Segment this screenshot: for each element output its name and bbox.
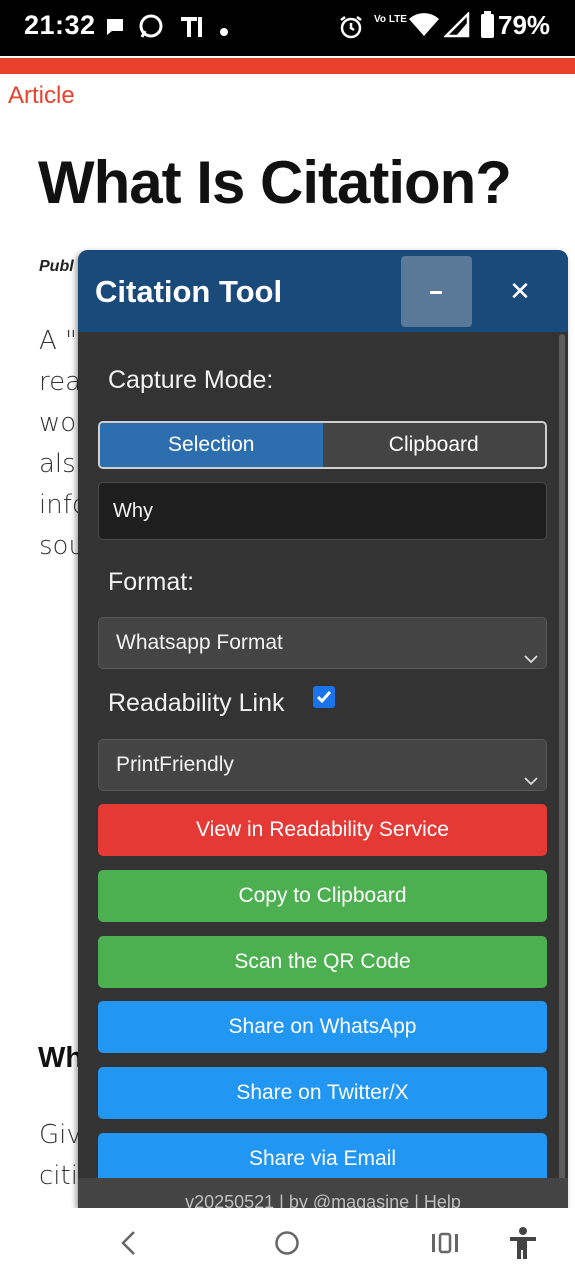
mode-selection-button[interactable]: Selection xyxy=(100,423,323,467)
service-selected-value: PrintFriendly xyxy=(116,753,234,776)
share-whatsapp-button[interactable]: Share on WhatsApp xyxy=(98,1001,547,1053)
t-app-icon xyxy=(179,14,203,43)
body-text-line: wo xyxy=(39,408,77,438)
format-selected-value: Whatsapp Format xyxy=(116,631,283,654)
checkmark-icon xyxy=(316,691,332,704)
published-date: Publ xyxy=(39,258,74,275)
status-bar: 21:32 Vo LTE 79% xyxy=(0,0,575,56)
capture-text-field[interactable]: Why xyxy=(98,482,547,540)
body-text-line: citi xyxy=(39,1161,78,1191)
panel-title: Citation Tool xyxy=(95,274,283,309)
format-select[interactable]: Whatsapp Format xyxy=(98,617,547,669)
citation-tool-panel: Citation Tool ✕ Capture Mode: Selection … xyxy=(78,250,568,1208)
mode-clipboard-button[interactable]: Clipboard xyxy=(322,423,545,467)
close-button[interactable]: ✕ xyxy=(490,270,550,312)
status-time: 21:32 xyxy=(24,10,96,40)
volte-icon: Vo LTE xyxy=(374,14,407,25)
home-icon[interactable] xyxy=(274,1230,300,1261)
copy-clipboard-button[interactable]: Copy to Clipboard xyxy=(98,870,547,922)
navigation-bar xyxy=(0,1208,575,1280)
capture-mode-label: Capture Mode: xyxy=(108,366,274,394)
wifi-icon xyxy=(408,12,440,43)
accessibility-icon[interactable] xyxy=(508,1226,538,1265)
chevron-down-icon xyxy=(524,757,538,807)
site-accent-bar xyxy=(0,58,575,74)
battery-icon xyxy=(480,11,495,44)
panel-header[interactable]: Citation Tool ✕ xyxy=(78,250,568,332)
body-text-line: als xyxy=(39,449,76,479)
signal-icon xyxy=(442,10,470,43)
capture-mode-toggle: Selection Clipboard xyxy=(98,421,547,469)
article-title: What Is Citation? xyxy=(38,149,512,216)
body-text-line: Giv xyxy=(39,1120,82,1150)
back-icon[interactable] xyxy=(118,1228,140,1263)
alarm-icon xyxy=(338,14,364,45)
close-icon: ✕ xyxy=(509,276,531,306)
readability-service-select[interactable]: PrintFriendly xyxy=(98,739,547,791)
battery-percent: 79% xyxy=(498,10,551,40)
minimize-button[interactable] xyxy=(401,256,472,327)
format-label: Format: xyxy=(108,568,195,596)
readability-checkbox[interactable] xyxy=(313,686,335,708)
whatsapp-icon xyxy=(138,13,164,44)
message-icon xyxy=(104,16,126,43)
share-twitter-button[interactable]: Share on Twitter/X xyxy=(98,1067,547,1119)
dot-icon xyxy=(220,23,228,41)
body-text-line: rea xyxy=(39,367,82,397)
chevron-down-icon xyxy=(524,635,538,685)
panel-footer[interactable]: v20250521 | by @magasine | Help xyxy=(78,1178,568,1208)
article-category-link[interactable]: Article xyxy=(8,82,75,110)
minimize-icon xyxy=(430,291,442,294)
section-heading: Wh xyxy=(38,1042,84,1074)
view-readability-button[interactable]: View in Readability Service xyxy=(98,804,547,856)
readability-link-label: Readability Link xyxy=(108,689,285,717)
recents-icon[interactable] xyxy=(431,1232,459,1259)
panel-scrollbar[interactable] xyxy=(559,334,565,1194)
scan-qr-button[interactable]: Scan the QR Code xyxy=(98,936,547,988)
